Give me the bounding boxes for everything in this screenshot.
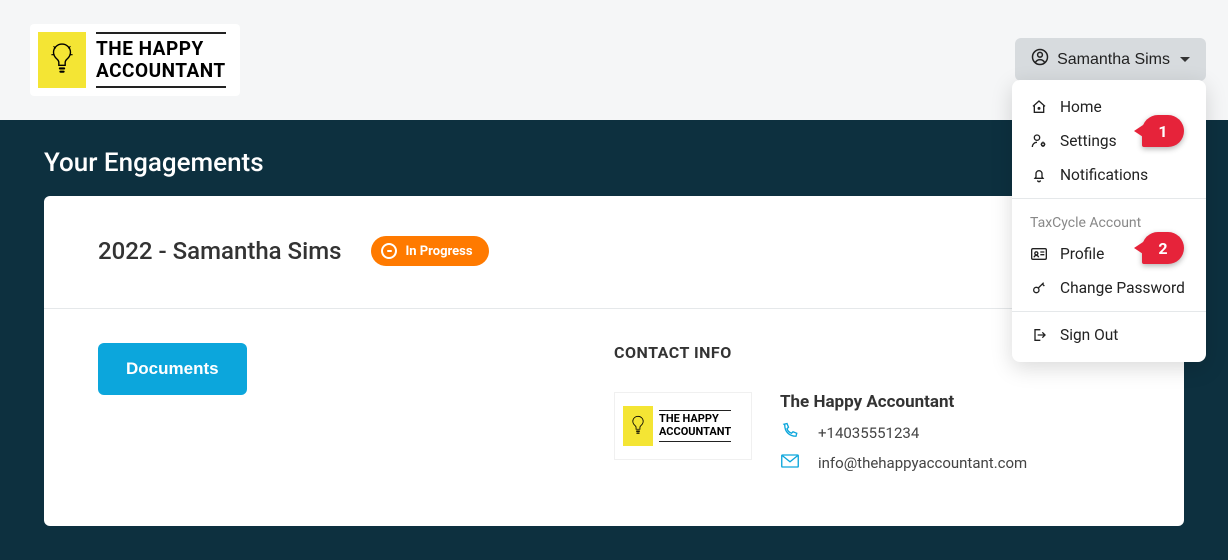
brand-logo: THE HAPPY ACCOUNTANT [30, 24, 240, 96]
chevron-down-icon [1180, 57, 1190, 62]
contact-name: The Happy Accountant [780, 392, 1027, 412]
menu-notifications[interactable]: Notifications [1012, 158, 1206, 192]
menu-change-password[interactable]: Change Password [1012, 271, 1206, 305]
user-gear-icon [1030, 133, 1048, 149]
brand-text: THE HAPPY ACCOUNTANT [96, 32, 226, 88]
contact-phone: +14035551234 [780, 422, 1027, 444]
user-icon [1031, 48, 1049, 71]
contact-logo-text: THE HAPPY ACCOUNTANT [659, 410, 731, 441]
menu-sign-out[interactable]: Sign Out [1012, 318, 1206, 352]
home-icon [1030, 99, 1048, 115]
contact-details: The Happy Accountant +14035551234 info@ [780, 392, 1027, 482]
menu-separator [1012, 311, 1206, 312]
documents-button[interactable]: Documents [98, 343, 247, 395]
user-name: Samantha Sims [1057, 51, 1170, 69]
phone-icon [780, 422, 800, 444]
contact-column: CONTACT INFO THE HAPPY ACCOUNTANT The Ha… [614, 343, 1130, 482]
engagement-title: 2022 - Samantha Sims [98, 237, 341, 265]
annotation-1: 1 [1142, 115, 1184, 147]
sign-out-icon [1030, 327, 1048, 343]
contact-email: info@thehappyaccountant.com [780, 454, 1027, 472]
brand-mark-icon [623, 406, 653, 446]
contact-row: THE HAPPY ACCOUNTANT The Happy Accountan… [614, 392, 1130, 482]
status-badge: In Progress [371, 236, 488, 266]
menu-section-header: TaxCycle Account [1012, 205, 1206, 237]
contact-logo: THE HAPPY ACCOUNTANT [614, 392, 752, 460]
annotation-2: 2 [1142, 232, 1184, 264]
key-icon [1030, 280, 1048, 296]
brand-mark-icon [38, 32, 86, 88]
menu-separator [1012, 198, 1206, 199]
mail-icon [780, 454, 800, 472]
bell-icon [1030, 167, 1048, 183]
id-card-icon [1030, 247, 1048, 261]
progress-icon [381, 243, 397, 259]
user-menu-button[interactable]: Samantha Sims [1015, 38, 1206, 81]
documents-column: Documents [98, 343, 614, 482]
